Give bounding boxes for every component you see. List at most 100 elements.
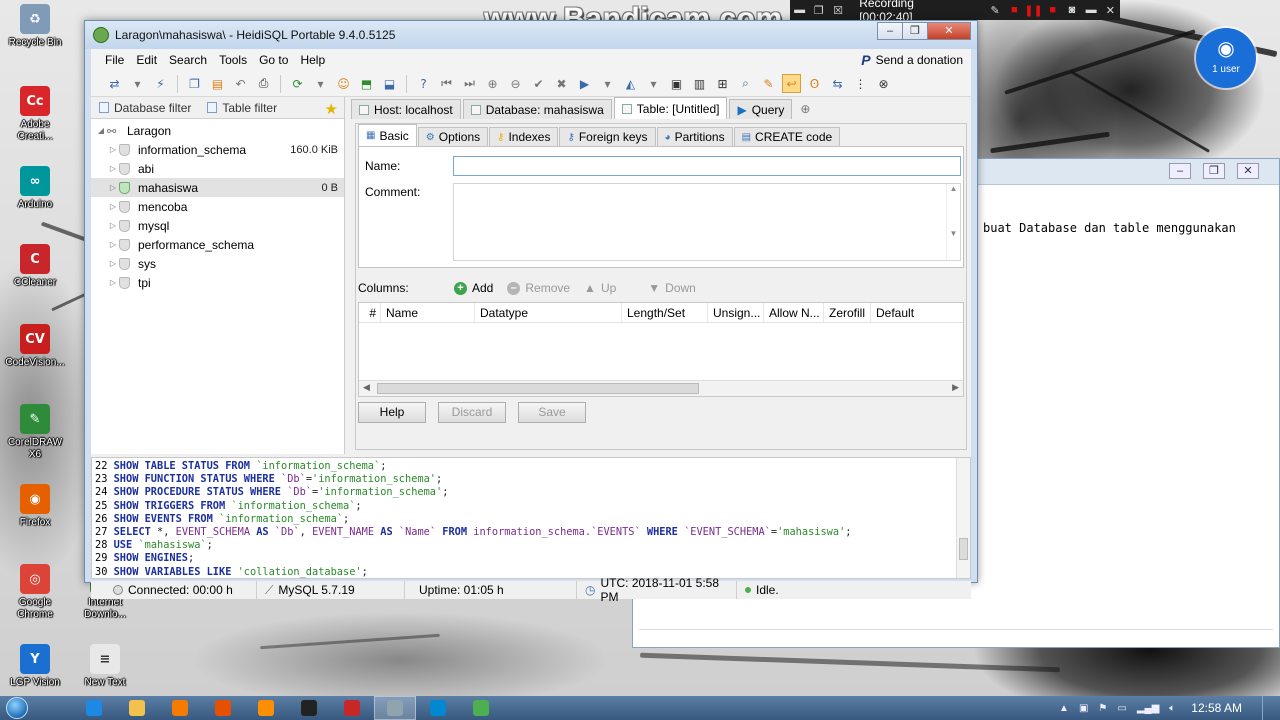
menu-goto[interactable]: Go to <box>253 53 294 67</box>
find-icon[interactable]: ⌕ <box>736 74 755 93</box>
col-header-allow-null[interactable]: Allow N... <box>764 303 824 322</box>
expand-icon[interactable]: ▷ <box>107 202 119 211</box>
expand-icon[interactable]: ▷ <box>107 183 119 192</box>
delete-row-icon[interactable]: ⊖ <box>506 74 525 93</box>
scroll-right-icon[interactable]: ▶ <box>952 382 959 393</box>
disconnect-icon[interactable]: ⚡ <box>151 74 170 93</box>
edit-icon[interactable]: ✎ <box>759 74 778 93</box>
dropdown-arrow-icon[interactable]: ▾ <box>644 74 663 93</box>
col-header-name[interactable]: Name <box>381 303 475 322</box>
minimize-icon[interactable]: – <box>1169 163 1191 179</box>
display-icon[interactable]: ▭ <box>1117 703 1126 714</box>
tab-partitions[interactable]: ◕ Partitions <box>656 127 733 146</box>
explain-icon[interactable]: ◭ <box>621 74 640 93</box>
tab-host[interactable]: Host: localhost <box>351 99 461 119</box>
columns-grid[interactable]: # Name Datatype Length/Set Unsign... All… <box>358 302 964 397</box>
taskbar-app-sublime-text[interactable] <box>245 696 287 720</box>
star-icon[interactable]: ★ <box>325 100 338 118</box>
heidisql-window[interactable]: Laragon\mahasiswa\ - HeidiSQL Portable 9… <box>84 20 978 604</box>
import-icon[interactable]: ⬒ <box>357 74 376 93</box>
camera-icon[interactable]: ◙ <box>1062 4 1081 16</box>
desktop-icon[interactable]: Cc Adobe Creati... <box>4 86 66 143</box>
col-header-datatype[interactable]: Datatype <box>475 303 622 322</box>
maximize-button[interactable]: ❐ <box>902 22 928 40</box>
expand-icon[interactable]: ▷ <box>107 221 119 230</box>
menu-search[interactable]: Search <box>163 53 213 67</box>
desktop-icon[interactable]: ✎ CorelDRAW X6 <box>4 404 66 461</box>
more-icon[interactable]: ⋮ <box>851 74 870 93</box>
columns-scrollbar[interactable]: ◀ ▶ <box>359 380 963 396</box>
start-button[interactable] <box>0 696 34 720</box>
col-header-zerofill[interactable]: Zerofill <box>824 303 871 322</box>
desktop-icon[interactable]: ◉ Firefox <box>4 484 66 529</box>
tree-item-mysql[interactable]: ▷ mysql <box>91 216 344 235</box>
record-icon[interactable]: ■ <box>1043 4 1062 16</box>
desktop-icon[interactable]: ≡ New Text <box>74 644 136 689</box>
tray-app-icon[interactable]: ▣ <box>1079 703 1088 714</box>
desktop-icon[interactable]: ◎ Google Chrome <box>4 564 66 621</box>
refresh-icon[interactable]: ⟳ <box>288 74 307 93</box>
taskbar-app-bandicam[interactable] <box>331 696 373 720</box>
tree-root[interactable]: ◢ ⚯ Laragon <box>91 121 344 140</box>
database-filter-tab[interactable]: Database filter <box>91 97 199 119</box>
tree-item-mencoba[interactable]: ▷ mencoba <box>91 197 344 216</box>
tab-query[interactable]: ▶ Query <box>729 99 793 119</box>
expand-icon[interactable]: ▷ <box>107 259 119 268</box>
insert-row-icon[interactable]: ⊕ <box>483 74 502 93</box>
last-icon[interactable]: ⏭ <box>460 74 479 93</box>
stop-icon[interactable]: ■ <box>1005 4 1024 16</box>
taskbar-app-internet-explorer[interactable] <box>73 696 115 720</box>
tree-item-mahasiswa[interactable]: ▷ mahasiswa 0 B <box>91 178 344 197</box>
col-header-length[interactable]: Length/Set <box>622 303 708 322</box>
minimize-button[interactable]: – <box>877 22 903 40</box>
taskbar-app-heidisql[interactable] <box>460 696 502 720</box>
move-up-button[interactable]: ▲ Up <box>584 281 616 295</box>
expand-icon[interactable]: ▷ <box>107 164 119 173</box>
table-filter-tab[interactable]: Table filter <box>199 97 285 119</box>
remove-column-button[interactable]: – Remove <box>507 281 570 295</box>
menu-edit[interactable]: Edit <box>130 53 163 67</box>
help-icon[interactable]: ? <box>414 74 433 93</box>
table-icon[interactable]: ⊞ <box>713 74 732 93</box>
collapse-icon[interactable]: ◢ <box>95 126 107 135</box>
tab-database[interactable]: Database: mahasiswa <box>462 99 612 119</box>
expand-icon[interactable]: ▷ <box>107 145 119 154</box>
format-icon[interactable]: ʘ <box>805 74 824 93</box>
table-name-input[interactable] <box>453 156 961 176</box>
print-icon[interactable]: ⎙ <box>254 74 273 93</box>
word-wrap-icon[interactable]: ↩ <box>782 74 801 93</box>
menu-tools[interactable]: Tools <box>213 53 253 67</box>
new-tab-button[interactable]: ⊕ <box>794 99 816 119</box>
tray-expand-icon[interactable]: ▲ <box>1059 703 1069 714</box>
first-icon[interactable]: ⏮ <box>437 74 456 93</box>
desktop-icon[interactable]: C CCleaner <box>4 244 66 289</box>
background-window-scrollbar[interactable] <box>639 629 1273 643</box>
desktop-icon[interactable]: CV CodeVision... <box>4 324 66 369</box>
desktop-icon[interactable]: ∞ Arduino <box>4 166 66 211</box>
post-icon[interactable]: ✔ <box>529 74 548 93</box>
comment-textarea[interactable]: ▲ ▼ <box>453 183 961 261</box>
show-desktop-button[interactable] <box>1262 696 1272 720</box>
pen-icon[interactable]: ✎ <box>985 4 1004 17</box>
comment-scrollbar[interactable]: ▲ ▼ <box>946 184 960 260</box>
save-button[interactable]: Save <box>518 402 586 423</box>
tab-create-code[interactable]: ▤ CREATE code <box>733 127 841 146</box>
sql-log-scrollbar[interactable] <box>956 458 970 578</box>
tree-item-sys[interactable]: ▷ sys <box>91 254 344 273</box>
replace-icon[interactable]: ⇆ <box>828 74 847 93</box>
user-manager-icon[interactable]: ☺ <box>334 74 353 93</box>
tree-item-abi[interactable]: ▷ abi <box>91 159 344 178</box>
tab-indexes[interactable]: ⚷ Indexes <box>489 127 559 146</box>
window-titlebar[interactable]: Laragon\mahasiswa\ - HeidiSQL Portable 9… <box>85 21 977 49</box>
user-count-badge[interactable]: ◉ 1 user <box>1196 28 1256 88</box>
tab-table[interactable]: Table: [Untitled] <box>613 97 728 119</box>
dropdown-arrow-icon[interactable]: ▾ <box>598 74 617 93</box>
taskbar-app-file-explorer[interactable] <box>116 696 158 720</box>
discard-button[interactable]: Discard <box>438 402 506 423</box>
taskbar-app-firefox[interactable] <box>202 696 244 720</box>
expand-icon[interactable]: ▬ <box>1082 4 1101 16</box>
expand-icon[interactable]: ▷ <box>107 240 119 249</box>
donate-button[interactable]: P Send a donation <box>861 52 963 68</box>
dropdown-arrow-icon[interactable]: ▾ <box>311 74 330 93</box>
taskbar-clock[interactable]: 12:58 AM <box>1191 701 1242 715</box>
